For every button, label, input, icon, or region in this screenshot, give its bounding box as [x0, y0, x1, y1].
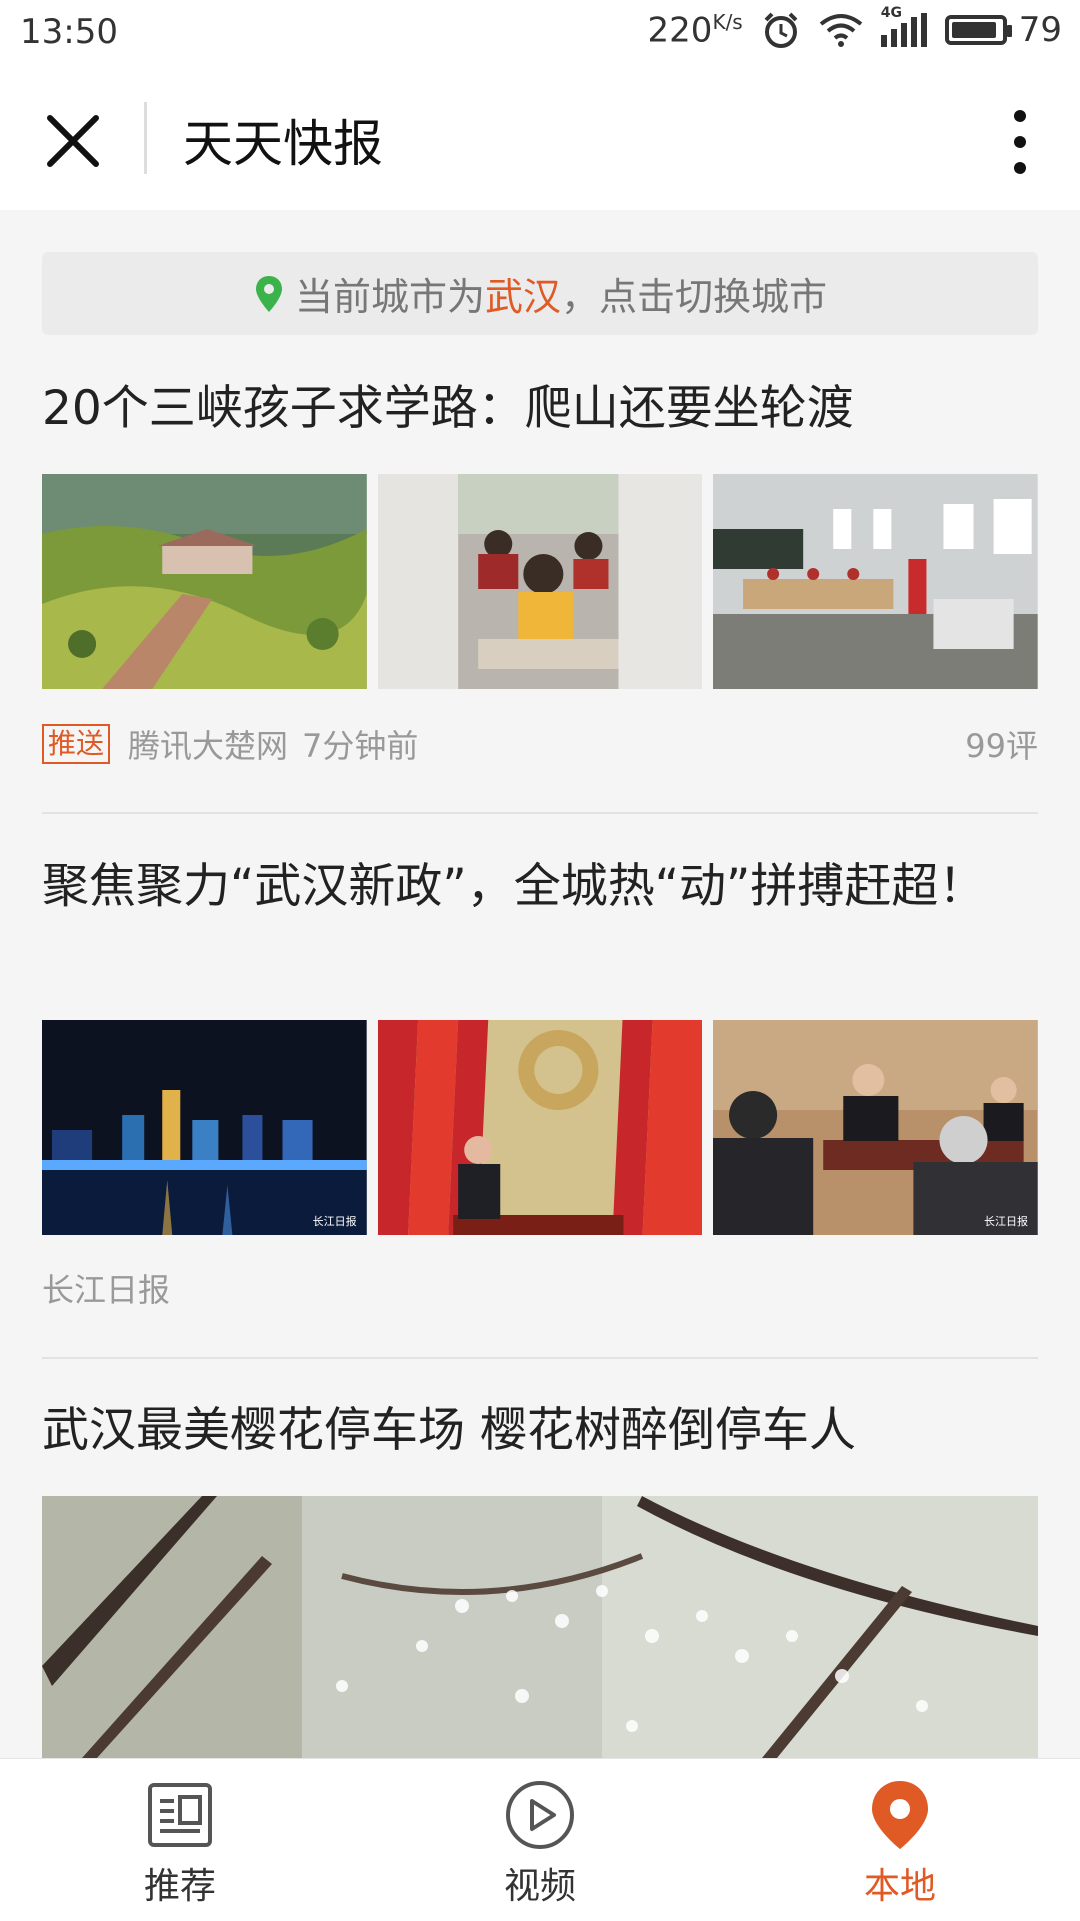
battery-icon — [944, 15, 1012, 46]
city-switch-banner[interactable]: 当前城市为 武汉 ，点击切换城市 — [42, 252, 1038, 335]
article-meta: 长江日报 — [42, 1266, 1038, 1310]
location-pin-icon — [255, 275, 282, 312]
image-watermark: 长江日报 — [984, 1215, 1029, 1228]
current-city: 武汉 — [484, 275, 561, 319]
article-title[interactable]: 20个三峡孩子求学路：爬山还要坐轮渡 — [42, 378, 1038, 440]
article-cover-image[interactable] — [42, 1496, 1038, 1758]
net-speed: 220K/s — [648, 10, 743, 50]
battery-level: 79 — [1018, 10, 1062, 51]
article-meta: 推送 腾讯大楚网 7分钟前 99评 — [42, 722, 1038, 766]
tab-label: 视频 — [503, 1866, 576, 1907]
article-divider — [42, 812, 1038, 814]
comment-count[interactable]: 99评 — [965, 721, 1038, 767]
alarm-icon — [764, 12, 798, 49]
article-title[interactable]: 武汉最美樱花停车场 樱花树醉倒停车人 — [42, 1400, 1038, 1462]
more-vertical-icon[interactable] — [990, 102, 1050, 182]
thumbnail-classroom-students — [377, 474, 703, 689]
title-divider — [144, 102, 147, 174]
tab-label: 推荐 — [143, 1866, 216, 1907]
article-title[interactable]: 聚焦聚力“武汉新政”，全城热“动”拼搏赶超！ — [42, 856, 1038, 918]
signal-indicator: 4G — [880, 5, 927, 48]
tab-recommend[interactable]: 推荐 — [80, 1779, 280, 1909]
article-source: 长江日报 — [42, 1271, 171, 1309]
article-time: 7分钟前 — [302, 727, 419, 765]
location-icon — [872, 1781, 928, 1849]
news-icon — [148, 1783, 212, 1847]
status-time: 13:50 — [20, 12, 118, 52]
city-banner-suffix: ，点击切换城市 — [561, 275, 828, 319]
tab-label: 本地 — [863, 1866, 936, 1907]
status-icons: 220K/s 4G 79 — [648, 5, 1062, 51]
thumbnail-speaker-podium — [377, 1020, 703, 1235]
bottom-tab-bar: 推荐 视频 本地 — [0, 1758, 1080, 1921]
thumbnail-meeting: 长江日报 — [713, 1020, 1039, 1235]
page-title: 天天快报 — [183, 115, 383, 173]
wifi-icon — [819, 14, 862, 48]
thumbnail-empty-classroom — [713, 474, 1039, 689]
article-source: 腾讯大楚网 — [128, 727, 289, 765]
tab-video[interactable]: 视频 — [440, 1779, 640, 1909]
article-thumbnails[interactable] — [42, 474, 1039, 689]
thumbnail-city-night: 长江日报 — [42, 1020, 367, 1235]
image-watermark: 长江日报 — [312, 1215, 357, 1228]
article-thumbnails[interactable]: 长江日报 长江日报 — [42, 1020, 1039, 1235]
play-icon — [506, 1781, 574, 1849]
net-speed-value: 220 — [647, 10, 713, 51]
status-bar: 13:50 220K/s 4G 79 — [0, 0, 1080, 66]
city-banner-prefix: 当前城市为 — [294, 275, 485, 319]
push-badge: 推送 — [42, 724, 111, 764]
net-speed-unit: K/s — [712, 10, 743, 34]
tab-local[interactable]: 本地 — [800, 1779, 1000, 1909]
title-bar: 天天快报 — [0, 66, 1080, 210]
network-type: 4G — [880, 5, 902, 22]
close-icon[interactable] — [38, 106, 108, 176]
article-divider — [42, 1357, 1038, 1359]
thumbnail-hillside-house — [42, 474, 367, 689]
